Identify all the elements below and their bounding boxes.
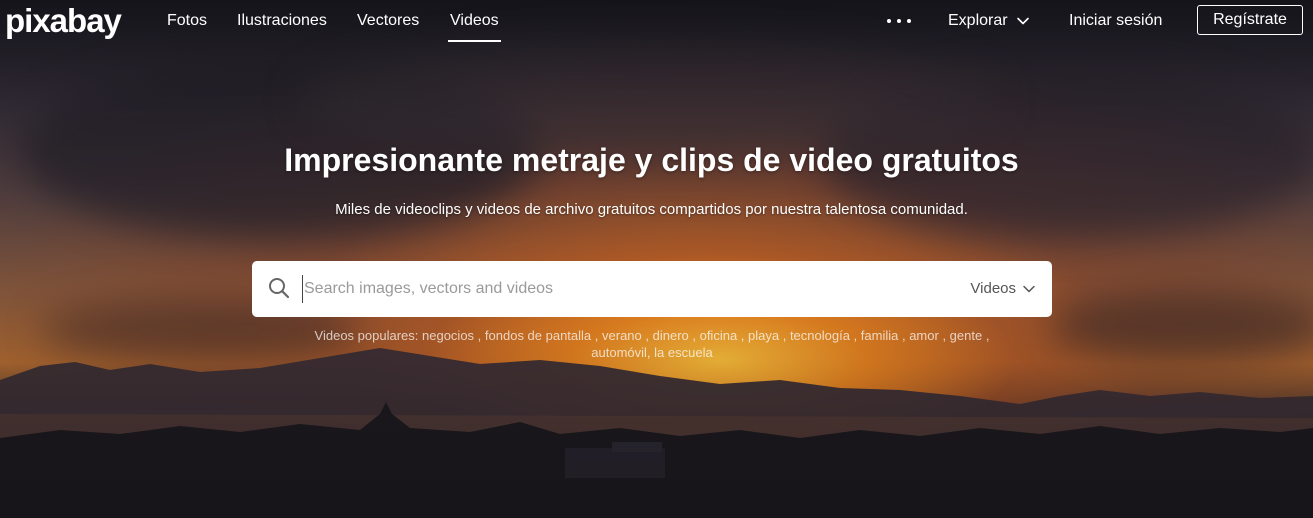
search-icon[interactable] — [268, 277, 290, 299]
chevron-down-icon — [1023, 285, 1035, 293]
media-type-label: Videos — [970, 280, 1016, 297]
more-dots-icon[interactable] — [887, 11, 911, 31]
chevron-down-icon — [1016, 17, 1029, 25]
nav-link-ilustraciones[interactable]: Ilustraciones — [237, 11, 327, 31]
hero-title: Impresionante metraje y clips de video g… — [284, 142, 1019, 178]
popular-searches: Videos populares: negocios , fondos de p… — [314, 328, 990, 360]
media-type-select[interactable]: Videos — [970, 279, 1036, 299]
popular-tag[interactable]: playa — [748, 328, 779, 343]
popular-tag[interactable]: dinero — [653, 328, 689, 343]
nav-link-fotos[interactable]: Fotos — [167, 11, 207, 31]
hero-background-image — [0, 0, 1313, 518]
popular-tag[interactable]: gente — [950, 328, 983, 343]
login-link[interactable]: Iniciar sesión — [1069, 11, 1162, 31]
popular-tag[interactable]: automóvil — [591, 345, 647, 360]
popular-tag[interactable]: familia — [861, 328, 899, 343]
pixabay-logo[interactable]: pixabay — [5, 3, 122, 39]
search-bar: Videos — [252, 261, 1052, 317]
popular-tag[interactable]: la escuela — [654, 345, 713, 360]
dot — [907, 19, 911, 23]
explore-label: Explorar — [948, 12, 1008, 29]
popular-tag[interactable]: fondos de pantalla — [485, 328, 591, 343]
hero-subtitle: Miles de videoclips y videos de archivo … — [335, 201, 968, 218]
dot — [887, 19, 891, 23]
popular-tag[interactable]: verano — [602, 328, 642, 343]
popular-tag[interactable]: oficina — [700, 328, 738, 343]
register-button[interactable]: Regístrate — [1197, 5, 1303, 35]
nav-link-videos[interactable]: Videos — [448, 11, 501, 42]
top-navigation: pixabay Fotos Ilustraciones Vectores Vid… — [0, 0, 1313, 42]
explore-dropdown[interactable]: Explorar — [948, 11, 1030, 31]
search-input[interactable] — [302, 275, 944, 303]
popular-tag[interactable]: amor — [909, 328, 939, 343]
popular-tag[interactable]: tecnología — [790, 328, 850, 343]
nav-link-vectores[interactable]: Vectores — [357, 11, 419, 31]
popular-tag[interactable]: negocios — [422, 328, 474, 343]
dot — [897, 19, 901, 23]
popular-label: Videos populares: — [314, 328, 419, 343]
